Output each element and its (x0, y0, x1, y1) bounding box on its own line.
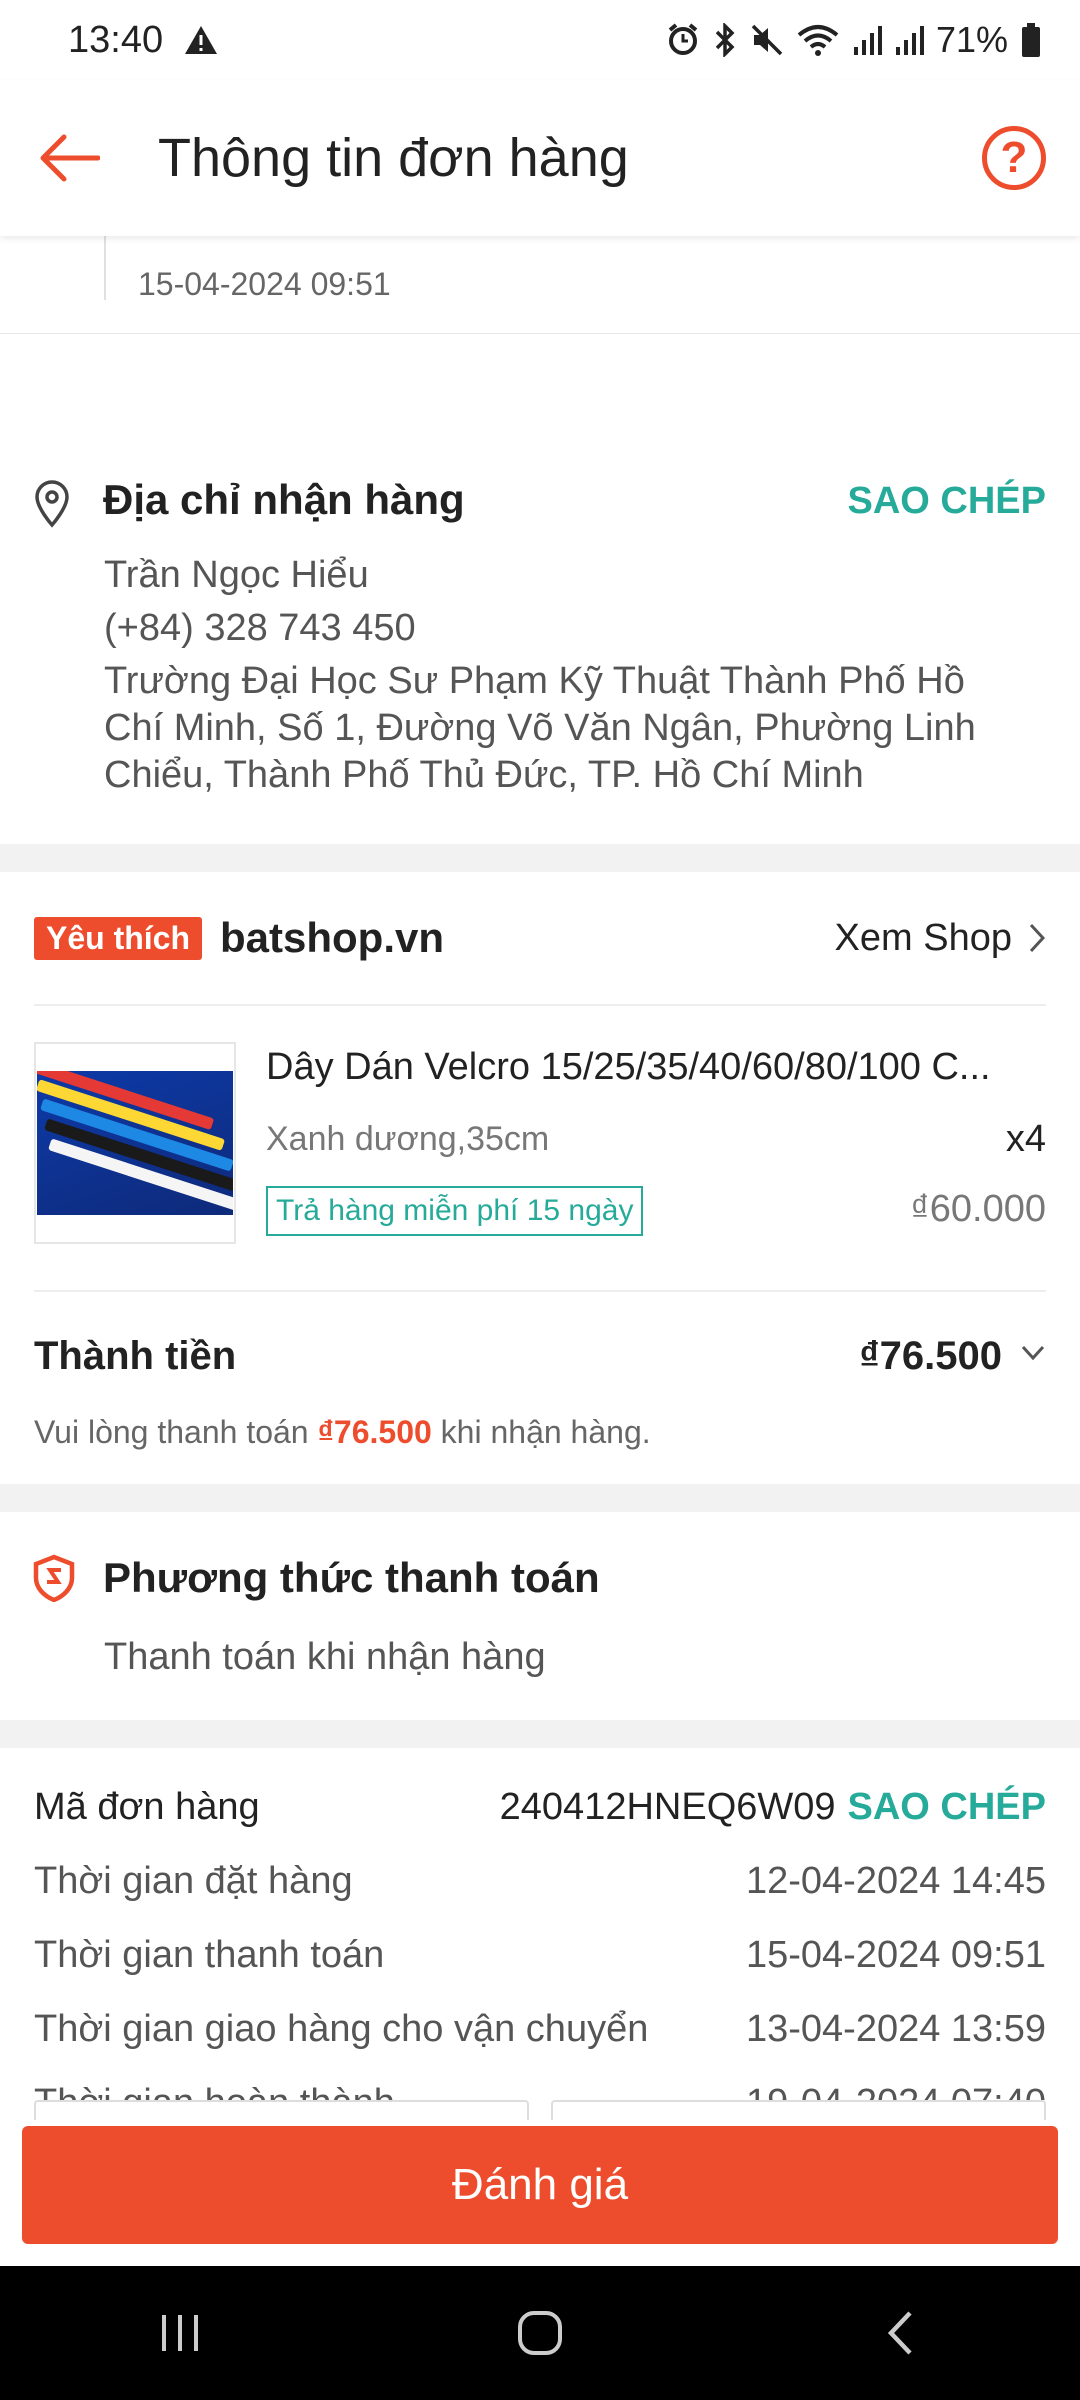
secondary-buttons (34, 2100, 1046, 2120)
battery-icon (1022, 23, 1040, 57)
bottom-action-bar: Đánh giá (0, 2100, 1080, 2266)
system-back-button[interactable] (840, 2293, 960, 2373)
order-total[interactable]: Thành tiền ₫76.500 Vui lòng thanh toán ₫… (34, 1292, 1046, 1484)
payment-time-row: Thời gian thanh toán 15-04-2024 09:51 (34, 1934, 1046, 1977)
system-nav-bar (0, 2266, 1080, 2400)
order-code: 240412HNEQ6W09 (499, 1786, 836, 1828)
recents-button[interactable] (120, 2293, 240, 2373)
signal-icon-2 (895, 26, 924, 55)
shop-name: batshop.vn (220, 914, 445, 961)
help-circle-icon: ? (1000, 133, 1028, 182)
view-shop-label: Xem Shop (834, 916, 1012, 959)
product-variant: Xanh dương,35cm (266, 1120, 550, 1158)
chevron-down-icon (1021, 1345, 1045, 1361)
address-title: Địa chỉ nhận hàng (103, 476, 465, 523)
payment-time-value: 15-04-2024 09:51 (745, 1934, 1046, 1976)
address-section: Địa chỉ nhận hàng SAO CHÉP Trần Ngọc Hiể… (0, 334, 1080, 844)
favorite-badge: Yêu thích (34, 916, 203, 960)
copy-order-code-button[interactable]: SAO CHÉP (848, 1786, 1046, 1829)
timeline-line (104, 236, 106, 300)
address-line-1: Trường Đại Học Sư Phạm Kỹ Thuật Thành Ph… (104, 660, 965, 702)
section-divider (0, 844, 1080, 872)
payment-time-label: Thời gian thanh toán (34, 1934, 385, 1976)
home-icon (518, 2311, 562, 2355)
warning-icon (185, 26, 218, 54)
total-label: Thành tiền (34, 1334, 237, 1378)
product-thumbnail (34, 1042, 236, 1244)
view-shop-button[interactable]: Xem Shop (835, 917, 1046, 960)
secondary-button-right[interactable] (551, 2100, 1046, 2120)
payment-title: Phương thức thanh toán (103, 1554, 600, 1601)
status-bar: 13:40 71% (0, 0, 1080, 80)
product-quantity: x4 (1005, 1118, 1046, 1160)
timeline-tail: 15-04-2024 09:51 (0, 236, 1080, 334)
order-time-label: Thời gian đặt hàng (34, 1860, 353, 1902)
payment-method-section: Phương thức thanh toán Thanh toán khi nh… (0, 1512, 1080, 1720)
bluetooth-icon (715, 23, 735, 57)
total-value: ₫76.500 (859, 1334, 1002, 1378)
order-time-row: Thời gian đặt hàng 12-04-2024 14:45 (34, 1860, 1046, 1903)
recipient-name: Trần Ngọc Hiểu (104, 554, 369, 596)
order-code-label: Mã đơn hàng (34, 1786, 260, 1828)
address-details: Trần Ngọc Hiểu (+84) 328 743 450 Trường … (104, 552, 1034, 799)
home-button[interactable] (480, 2293, 600, 2373)
product-image (37, 1071, 233, 1215)
product-item[interactable]: Dây Dán Velcro 15/25/35/40/60/80/100 C..… (34, 1006, 1046, 1292)
status-time: 13:40 (68, 18, 164, 61)
timeline-date: 15-04-2024 09:51 (138, 266, 391, 302)
shield-icon (33, 1554, 75, 1602)
back-button[interactable] (32, 121, 106, 195)
arrow-left-icon (40, 134, 100, 182)
page-title: Thông tin đơn hàng (158, 128, 629, 188)
secondary-button-left[interactable] (34, 2100, 529, 2120)
rate-button[interactable]: Đánh giá (22, 2126, 1058, 2244)
mute-icon (751, 24, 783, 56)
battery-percent: 71% (935, 19, 1008, 60)
ship-time-row: Thời gian giao hàng cho vận chuyển 13-04… (34, 2008, 1046, 2051)
chevron-left-icon (887, 2311, 912, 2355)
signal-icon (853, 26, 882, 55)
shop-row: Yêu thích batshop.vn Xem Shop (34, 872, 1046, 1006)
ship-time-label: Thời gian giao hàng cho vận chuyển (34, 2008, 649, 2050)
app-header: Thông tin đơn hàng ? (0, 80, 1080, 236)
order-items-section: Yêu thích batshop.vn Xem Shop Dây Dán Ve… (0, 872, 1080, 1484)
section-divider (0, 1720, 1080, 1748)
scroll-content[interactable]: 15-04-2024 09:51 Địa chỉ nhận hàng SAO C… (0, 236, 1080, 2162)
location-pin-icon (35, 480, 69, 528)
order-code-row: Mã đơn hàng 240412HNEQ6W09 SAO CHÉP (34, 1786, 1046, 1829)
section-divider (0, 1484, 1080, 1512)
product-price: ₫60.000 (910, 1188, 1046, 1230)
payment-note: Vui lòng thanh toán ₫76.500 khi nhận hàn… (34, 1414, 651, 1450)
ship-time-value: 13-04-2024 13:59 (745, 2008, 1046, 2050)
recents-icon (162, 2315, 198, 2351)
chevron-right-icon (1029, 923, 1046, 953)
order-time-value: 12-04-2024 14:45 (745, 1860, 1046, 1902)
product-name: Dây Dán Velcro 15/25/35/40/60/80/100 C..… (266, 1046, 991, 1088)
alarm-icon (668, 23, 698, 55)
address-line-3: Chiểu, Thành Phố Thủ Đức, TP. Hồ Chí Min… (104, 754, 864, 796)
return-policy-badge: Trả hàng miễn phí 15 ngày (266, 1186, 644, 1236)
recipient-phone: (+84) 328 743 450 (104, 607, 416, 649)
copy-address-button[interactable]: SAO CHÉP (848, 480, 1046, 523)
address-line-2: Chí Minh, Số 1, Đường Võ Văn Ngân, Phườn… (104, 707, 976, 749)
payment-method: Thanh toán khi nhận hàng (104, 1636, 546, 1678)
help-button[interactable]: ? (982, 126, 1046, 190)
wifi-icon (797, 25, 839, 56)
payment-note-amount: ₫76.500 (317, 1414, 432, 1450)
